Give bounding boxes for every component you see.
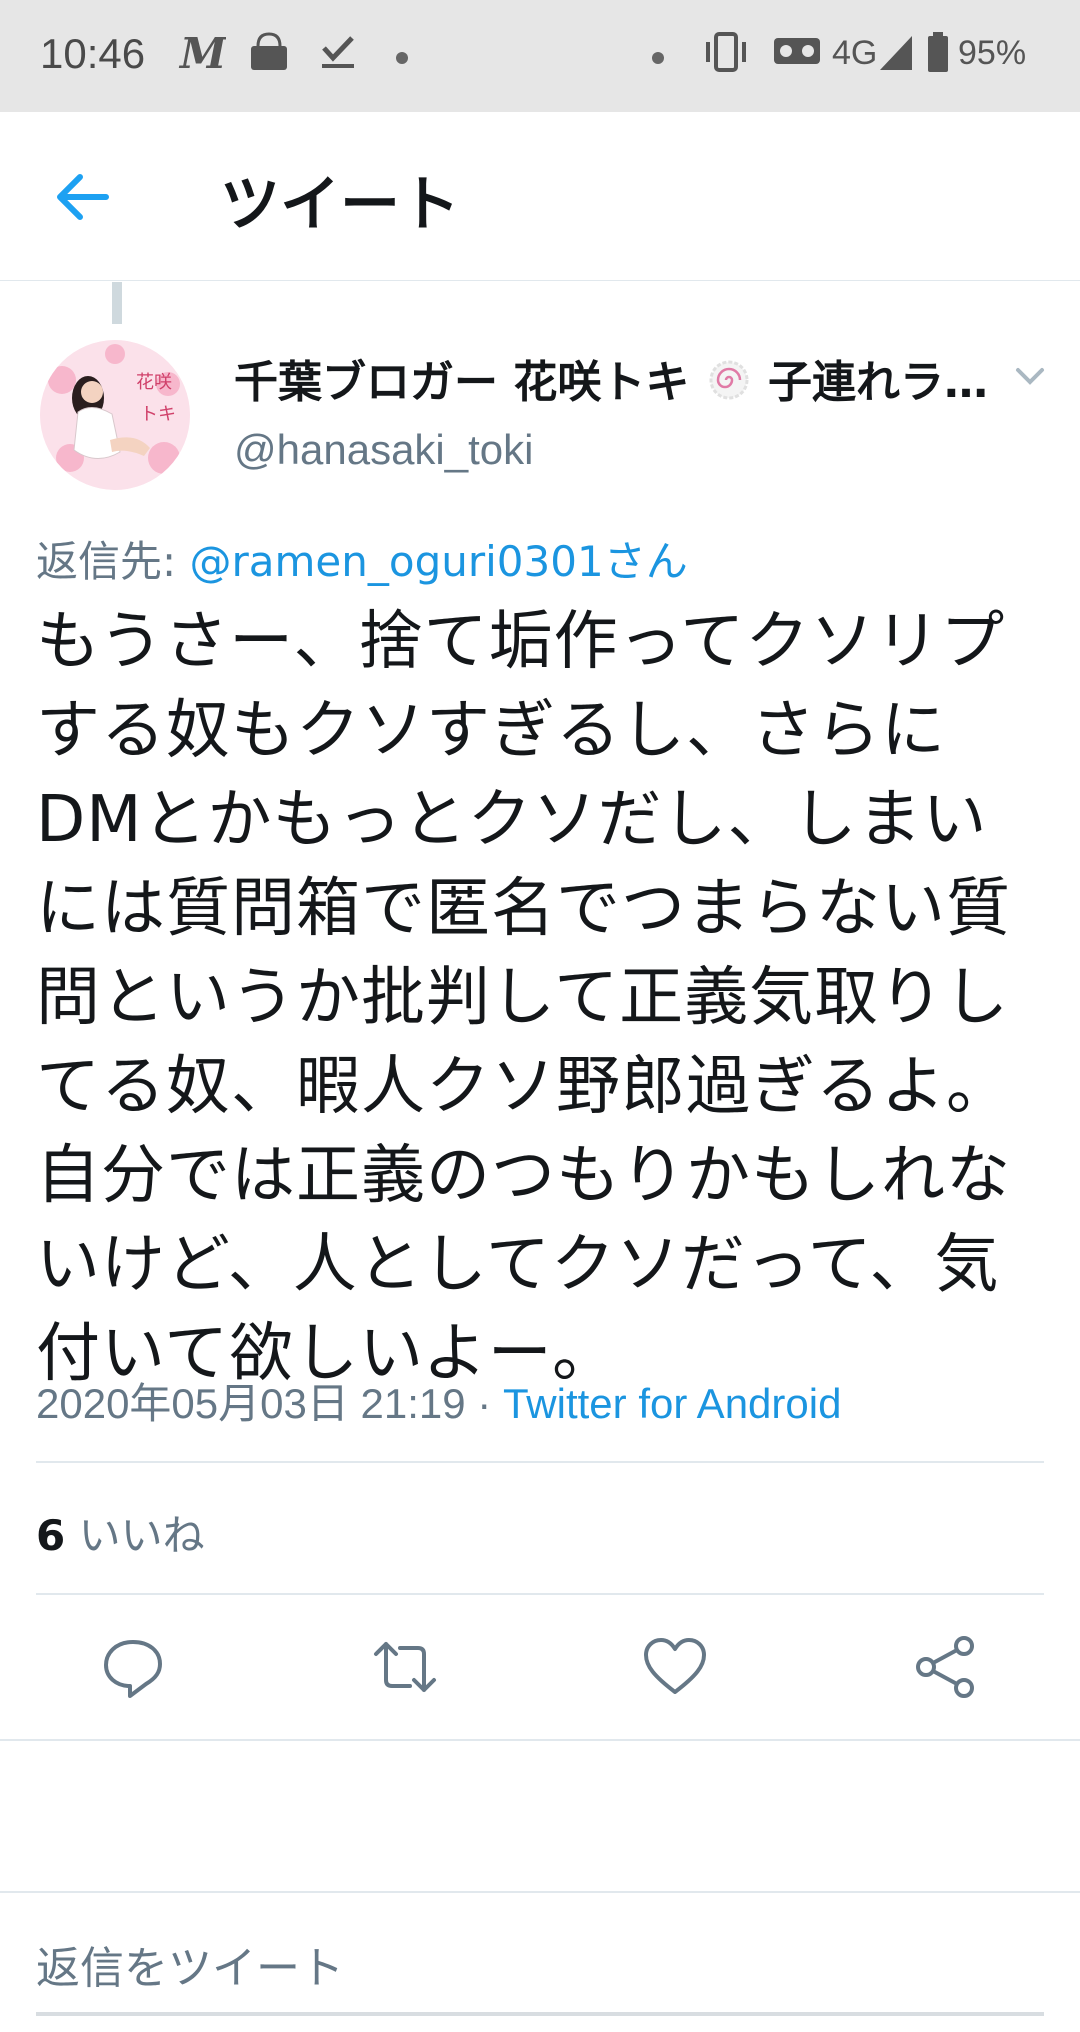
dot-icon bbox=[652, 52, 664, 64]
battery-level: 95% bbox=[958, 34, 1027, 72]
avatar[interactable]: 花咲 トキ bbox=[40, 340, 190, 490]
mercari-icon: M bbox=[178, 29, 228, 88]
tweet-timestamp: 2020年05月03日 21:19 bbox=[36, 1380, 466, 1427]
avatar-text-2: トキ bbox=[140, 404, 176, 425]
back-arrow-icon[interactable] bbox=[50, 162, 120, 232]
vibrate-icon bbox=[700, 30, 752, 88]
download-done-icon bbox=[318, 30, 358, 88]
market-bag-icon bbox=[248, 30, 290, 88]
divider bbox=[0, 1739, 1080, 1741]
reply-input-underline bbox=[36, 2012, 1044, 2016]
tweet-meta: 2020年05月03日 21:19 · Twitter for Android bbox=[36, 1370, 841, 1431]
likes-label: いいね bbox=[65, 1511, 205, 1560]
status-time: 10:46 bbox=[40, 30, 146, 77]
network-type: 4G bbox=[832, 34, 878, 72]
naruto-icon bbox=[707, 358, 751, 413]
vr-icon bbox=[772, 30, 822, 88]
page-title: ツイート bbox=[220, 170, 460, 240]
author-handle[interactable]: @hanasaki_toki bbox=[234, 426, 533, 474]
display-name-text: 千葉ブロガー 花咲トキ bbox=[234, 357, 690, 408]
divider bbox=[36, 1593, 1044, 1595]
display-name-suffix: 子連れラ… bbox=[767, 357, 988, 408]
tweet-text: もうさー、捨て垢作ってクソリプする奴もクソすぎるし、さらにDMとかもっとクソだし… bbox=[36, 605, 1011, 1391]
reply-input[interactable]: 返信をツイート bbox=[36, 1932, 344, 1996]
tweet-source-link[interactable]: Twitter for Android bbox=[503, 1380, 841, 1427]
battery-icon bbox=[926, 30, 950, 88]
status-bar: 10:46 M 4G 95% bbox=[0, 0, 1080, 112]
top-app-bar: ツイート bbox=[0, 112, 1080, 281]
chevron-down-icon[interactable] bbox=[1010, 356, 1050, 396]
author-display-name[interactable]: 千葉ブロガー 花咲トキ 子連れラ… bbox=[234, 346, 994, 413]
dot-icon bbox=[396, 52, 408, 64]
retweet-icon[interactable] bbox=[370, 1632, 440, 1702]
divider bbox=[0, 1891, 1080, 1893]
reply-to-line: 返信先: @ramen_oguri0301さん bbox=[36, 528, 688, 589]
meta-separator: · bbox=[465, 1380, 503, 1427]
likes-number: 6 bbox=[36, 1511, 66, 1560]
thread-connector-line bbox=[112, 282, 122, 324]
svg-text:M: M bbox=[178, 30, 226, 74]
divider bbox=[36, 1461, 1044, 1463]
reply-to-mention[interactable]: @ramen_oguri0301さん bbox=[190, 537, 688, 586]
likes-count[interactable]: 6 いいね bbox=[36, 1502, 205, 1563]
reply-icon[interactable] bbox=[98, 1632, 168, 1702]
signal-icon bbox=[878, 30, 914, 88]
like-icon[interactable] bbox=[640, 1632, 710, 1702]
reply-to-label: 返信先: bbox=[36, 537, 190, 586]
share-icon[interactable] bbox=[910, 1632, 980, 1702]
avatar-text-1: 花咲 bbox=[136, 372, 172, 393]
